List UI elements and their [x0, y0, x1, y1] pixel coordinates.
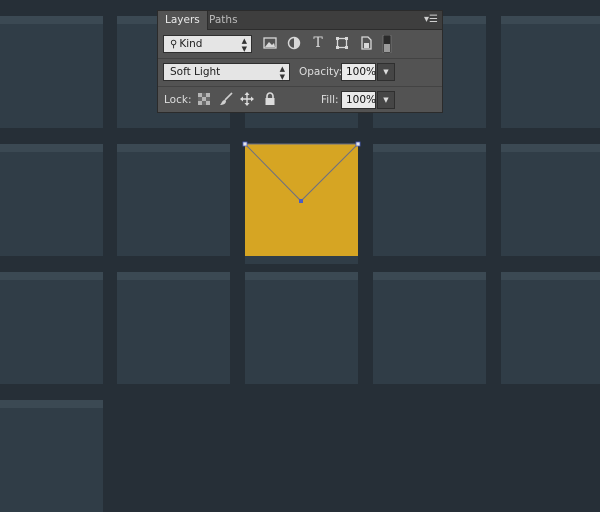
selected-shape[interactable] [242, 141, 361, 256]
tab-layers[interactable]: Layers [158, 11, 208, 30]
blend-mode-select[interactable]: Soft Light ▲ ▼ [163, 63, 290, 81]
tile [0, 272, 103, 384]
chevron-updown-icon: ▲ ▼ [279, 65, 285, 81]
fill-input[interactable]: 100% [341, 91, 376, 109]
pixel-layer-filter-icon[interactable] [262, 35, 278, 51]
path-outline [242, 141, 361, 203]
opacity-dropdown-button[interactable]: ▼ [377, 63, 395, 81]
tile [117, 144, 230, 256]
lock-all-icon[interactable] [263, 92, 277, 106]
tile [117, 272, 230, 384]
tab-paths[interactable]: Paths [202, 11, 245, 29]
tile [0, 144, 103, 256]
fill-label: Fill: [321, 94, 339, 106]
tile-edge [245, 256, 358, 264]
opacity-label: Opacity: [299, 66, 343, 78]
adjustment-layer-filter-icon[interactable] [286, 35, 302, 51]
tile [0, 400, 103, 512]
kind-filter-label: Kind [179, 38, 203, 50]
fill-dropdown-button[interactable]: ▼ [377, 91, 395, 109]
tile [373, 144, 486, 256]
anchor-point-top-right[interactable] [355, 141, 361, 147]
blend-row: Soft Light ▲ ▼ Opacity: 100% ▼ [158, 58, 442, 87]
search-icon: ⚲ [170, 39, 178, 50]
anchor-point-top-left[interactable] [242, 141, 248, 147]
lock-row: Lock: Fill: 100% ▼ [158, 86, 442, 114]
blend-mode-value: Soft Light [170, 66, 221, 78]
tile [501, 16, 600, 128]
anchor-point-center[interactable] [299, 199, 303, 203]
tile [373, 272, 486, 384]
lock-position-icon[interactable] [240, 92, 254, 106]
tile [501, 272, 600, 384]
shape-layer-filter-icon[interactable] [334, 35, 350, 51]
panel-tab-bar: Layers Paths ▾☰ [158, 11, 442, 30]
chevron-updown-icon: ▲ ▼ [241, 37, 247, 53]
lock-label: Lock: [164, 94, 192, 106]
tile [501, 144, 600, 256]
panel-menu-icon[interactable]: ▾☰ [424, 14, 438, 25]
lock-image-pixels-icon[interactable] [219, 92, 233, 106]
opacity-input[interactable]: 100% [341, 63, 376, 81]
filter-toggle-icon[interactable] [382, 35, 392, 53]
smart-object-filter-icon[interactable] [358, 35, 374, 51]
kind-filter-select[interactable]: ⚲ Kind ▲ ▼ [163, 35, 252, 53]
lock-transparent-pixels-icon[interactable] [197, 92, 211, 106]
tile [245, 272, 358, 384]
filter-row: ⚲ Kind ▲ ▼ T [158, 30, 442, 59]
tile [0, 16, 103, 128]
layers-panel: Layers Paths ▾☰ ⚲ Kind ▲ ▼ T Soft Light ▲ ▼ [157, 10, 443, 113]
type-layer-filter-icon[interactable]: T [310, 35, 326, 51]
